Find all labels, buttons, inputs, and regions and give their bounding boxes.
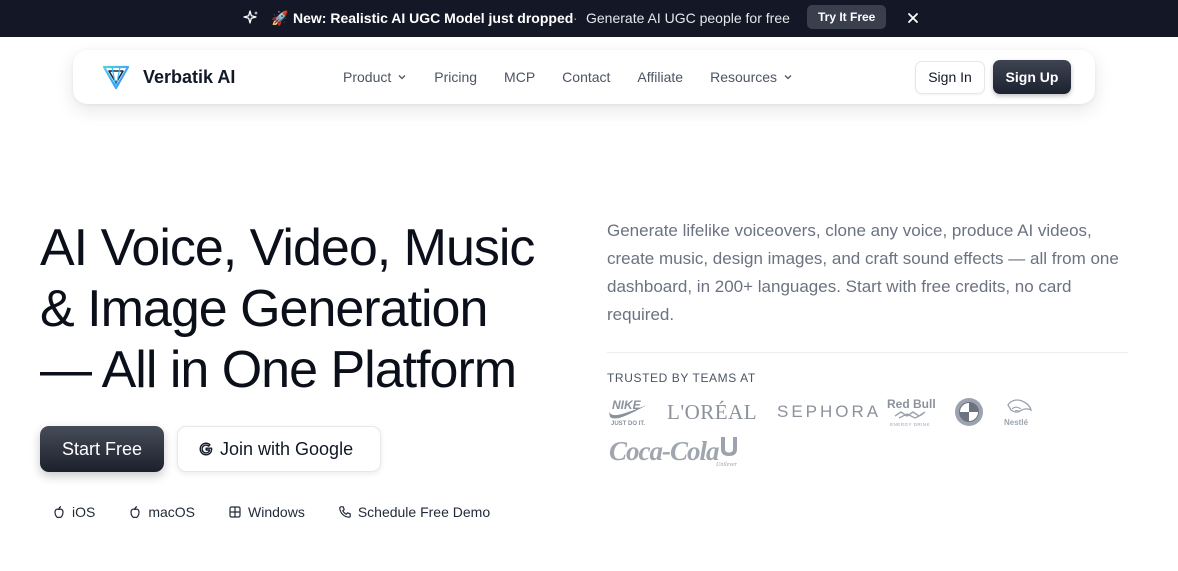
rocket-icon: 🚀 [271, 10, 289, 26]
divider [607, 352, 1128, 353]
nestle-logo: Nestlé [1004, 399, 1032, 427]
nav-pricing[interactable]: Pricing [434, 68, 477, 86]
bmw-logo [955, 398, 983, 426]
redbull-logo: Red Bull ENERGY DRINK [887, 397, 936, 427]
windows-label: Windows [248, 504, 305, 520]
schedule-demo-link[interactable]: Schedule Free Demo [338, 503, 490, 521]
announcement-separator: · [573, 10, 578, 26]
nav-contact[interactable]: Contact [562, 68, 610, 86]
sign-up-button[interactable]: Sign Up [993, 60, 1071, 94]
nav-links: Product Pricing MCP Contact Affiliate Re… [343, 68, 820, 86]
join-with-google-label: Join with Google [220, 439, 354, 459]
google-icon [199, 442, 213, 456]
hero-description: Generate lifelike voiceovers, clone any … [607, 221, 1119, 324]
hero-title-line-3: — All in One Platform [40, 341, 517, 399]
nav-product[interactable]: Product [343, 68, 407, 86]
macos-label: macOS [148, 504, 196, 520]
chevron-down-icon [784, 75, 792, 80]
unilever-logo: Unilever [716, 437, 738, 468]
announcement-subtext: Generate AI UGC people for free [586, 10, 790, 26]
try-it-free-button[interactable]: Try It Free [807, 5, 887, 29]
platform-links: iOS macOS Windows Schedule Free Demo [52, 503, 490, 521]
sephora-logo: SEPHORA [777, 402, 882, 421]
nav-resources-label: Resources [710, 69, 778, 85]
hero-title-line-2: & Image Generation [40, 280, 488, 338]
phone-icon [339, 506, 351, 518]
hero-title: AI Voice, Video, Music & Image Generatio… [40, 218, 580, 401]
apple-icon [54, 506, 64, 519]
windows-link[interactable]: Windows [228, 503, 305, 521]
nestle-wordmark: Nestlé [1004, 418, 1029, 427]
cocacola-logo: Coca-Cola [609, 436, 719, 466]
trusted-by-label: TRUSTED BY TEAMS AT [607, 371, 756, 385]
nav-affiliate[interactable]: Affiliate [637, 68, 683, 86]
announcement-headline[interactable]: New: Realistic AI UGC Model just dropped [293, 9, 573, 27]
sign-in-button[interactable]: Sign In [915, 61, 985, 94]
loreal-logo: L'ORÉAL [667, 400, 758, 424]
redbull-tagline: ENERGY DRINK [890, 422, 930, 427]
nav-resources[interactable]: Resources [710, 68, 793, 86]
macos-link[interactable]: macOS [128, 503, 195, 521]
join-with-google-button[interactable]: Join with Google [177, 426, 381, 472]
close-icon[interactable] [905, 10, 921, 26]
start-free-button[interactable]: Start Free [40, 426, 164, 472]
windows-icon [229, 506, 241, 518]
schedule-demo-label: Schedule Free Demo [357, 504, 491, 520]
chevron-down-icon [398, 75, 406, 80]
sparkle-icon [243, 10, 258, 24]
redbull-wordmark: Red Bull [887, 397, 936, 411]
nav-mcp[interactable]: MCP [504, 68, 535, 86]
nav-product-label: Product [343, 69, 392, 85]
unilever-wordmark: Unilever [716, 462, 738, 468]
nike-logo: NIKE JUST DO IT. [609, 398, 647, 427]
verbatik-logo-icon[interactable] [103, 64, 129, 90]
nike-tagline: JUST DO IT. [611, 421, 645, 427]
ios-link[interactable]: iOS [52, 503, 95, 521]
apple-icon [130, 506, 140, 519]
announcement-bar: 🚀 New: Realistic AI UGC Model just dropp… [0, 0, 1178, 37]
brand-name[interactable]: Verbatik AI [143, 67, 235, 87]
ios-label: iOS [72, 504, 96, 520]
navbar: Verbatik AI Product Pricing MCP Contact … [73, 50, 1095, 104]
hero-title-line-1: AI Voice, Video, Music [40, 219, 535, 277]
